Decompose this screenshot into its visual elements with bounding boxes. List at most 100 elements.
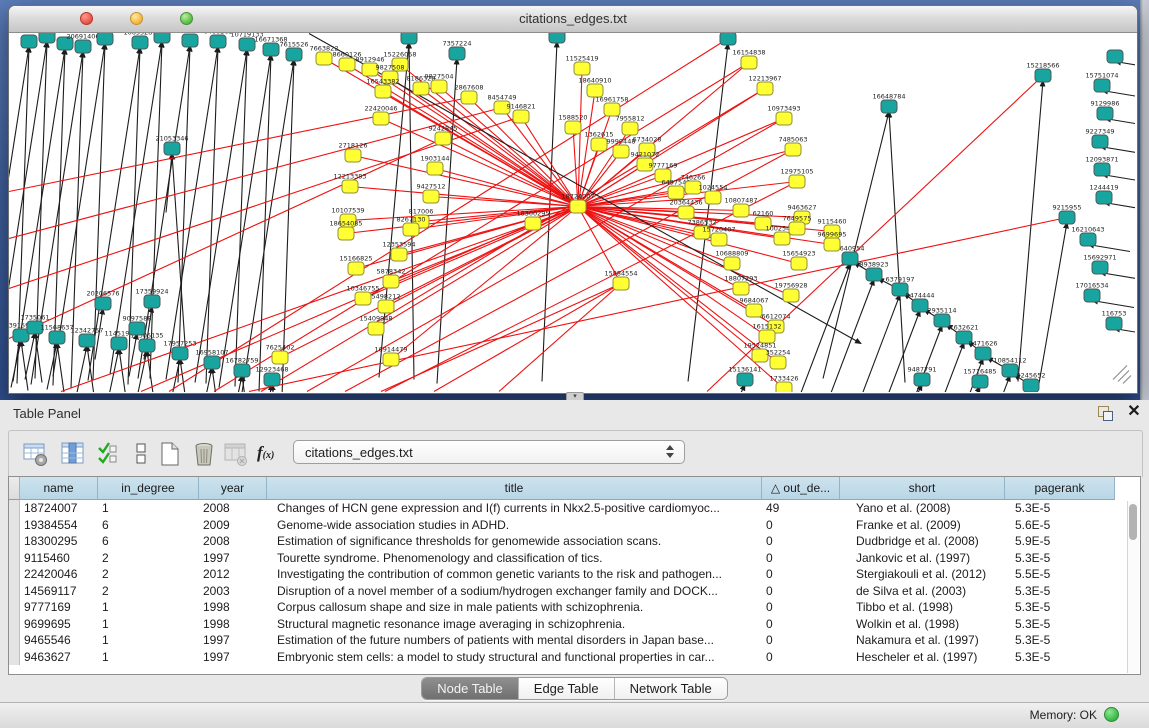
table-cell[interactable]: Disruption of a novel member of a sodium… (267, 583, 762, 600)
graph-node[interactable] (132, 36, 148, 49)
vertical-scrollbar[interactable] (1127, 501, 1139, 673)
table-cell[interactable]: Hescheler et al. (1997) (840, 649, 1005, 666)
graph-node[interactable] (591, 138, 607, 151)
graph-node[interactable] (391, 248, 407, 261)
resize-handle-icon[interactable] (1113, 366, 1131, 384)
table-cell[interactable]: 5.6E-5 (1005, 517, 1115, 534)
graph-node[interactable] (789, 222, 805, 235)
edge[interactable] (202, 368, 212, 393)
table-cell[interactable]: Dudbridge et al. (2008) (840, 533, 1005, 550)
graph-node[interactable] (401, 33, 417, 44)
table-cell[interactable]: Franke et al. (2009) (840, 517, 1005, 534)
new-document-icon[interactable] (157, 441, 183, 467)
graph-node[interactable] (1059, 211, 1075, 224)
tab-network-table[interactable]: Network Table (615, 678, 727, 699)
graph-node[interactable] (574, 62, 590, 75)
table-cell[interactable]: 19384554 (20, 517, 98, 534)
table-row[interactable]: 977716911998Corpus callosum shape and si… (9, 599, 1140, 616)
graph-node[interactable] (866, 268, 882, 281)
edge[interactable] (129, 334, 137, 377)
graph-node[interactable] (461, 91, 477, 104)
table-cell[interactable]: 5.3E-5 (1005, 616, 1115, 633)
graph-node[interactable] (39, 33, 55, 43)
edge[interactable] (845, 295, 900, 393)
table-cell[interactable]: Jankovic et al. (1997) (840, 550, 1005, 567)
graph-node[interactable] (776, 112, 792, 125)
graph-node[interactable] (413, 82, 429, 95)
table-cell[interactable]: 0 (762, 550, 840, 567)
table-cell[interactable]: 5.3E-5 (1005, 599, 1115, 616)
table-cell[interactable]: 0 (762, 599, 840, 616)
graph-node[interactable] (724, 257, 740, 270)
table-cell[interactable]: 1 (98, 649, 199, 666)
edge[interactable] (61, 224, 533, 392)
table-cell[interactable]: 2012 (199, 566, 267, 583)
network-window[interactable]: citations_edges.txt 24055722069140610655… (8, 5, 1138, 394)
graph-node[interactable] (824, 238, 840, 251)
edge[interactable] (21, 341, 28, 391)
edge[interactable] (57, 343, 64, 393)
table-cell[interactable]: 1997 (199, 632, 267, 649)
table-cell[interactable]: 0 (762, 583, 840, 600)
graph-node[interactable] (565, 121, 581, 134)
graph-node[interactable] (373, 112, 389, 125)
graph-node[interactable] (513, 110, 529, 123)
row-gutter-cell[interactable] (9, 500, 20, 517)
table-cell[interactable]: 1 (98, 599, 199, 616)
graph-node[interactable] (720, 33, 736, 45)
table-cell[interactable]: 2003 (199, 583, 267, 600)
graph-node[interactable] (263, 43, 279, 56)
table-cell[interactable]: Estimation of the future numbers of pati… (267, 632, 762, 649)
graph-node[interactable] (705, 191, 721, 204)
table-cell[interactable]: 2 (98, 550, 199, 567)
table-cell[interactable]: 6 (98, 517, 199, 534)
edge[interactable] (166, 154, 172, 213)
edge[interactable] (195, 50, 247, 383)
graph-node[interactable] (770, 356, 786, 369)
graph-node[interactable] (1035, 69, 1051, 82)
table-cell[interactable]: Yano et al. (2008) (840, 500, 1005, 517)
table-cell[interactable]: 5.3E-5 (1005, 500, 1115, 517)
row-gutter-cell[interactable] (9, 632, 20, 649)
graph-node[interactable] (622, 122, 638, 135)
table-cell[interactable]: 5.9E-5 (1005, 533, 1115, 550)
table-row[interactable]: 1938455462009Genome-wide association stu… (9, 517, 1140, 534)
graph-node[interactable] (204, 356, 220, 369)
graph-node[interactable] (733, 282, 749, 295)
table-chooser-combo[interactable]: citations_edges.txt (293, 440, 685, 464)
column-header-short[interactable]: short (840, 477, 1005, 500)
graph-node[interactable] (375, 85, 391, 98)
function-builder-icon[interactable]: f(x) (257, 443, 274, 463)
table-row[interactable]: 2242004622012Investigating the contribut… (9, 566, 1140, 583)
graph-node[interactable] (785, 143, 801, 156)
graph-node[interactable] (75, 40, 91, 53)
table-cell[interactable]: 9465546 (20, 632, 98, 649)
edge[interactable] (282, 60, 294, 393)
table-cell[interactable]: 9777169 (20, 599, 98, 616)
graph-node[interactable] (435, 132, 451, 145)
graph-node[interactable] (1023, 379, 1039, 392)
row-gutter-cell[interactable] (9, 616, 20, 633)
graph-node[interactable] (934, 314, 950, 327)
graph-node[interactable] (264, 373, 280, 386)
network-canvas[interactable]: 2405572206914061065528715276026466161107… (9, 33, 1135, 392)
row-gutter-cell[interactable] (9, 533, 20, 550)
graph-node[interactable] (172, 347, 188, 360)
column-header-name[interactable]: name (20, 477, 98, 500)
table-cell[interactable]: 2 (98, 583, 199, 600)
table-cell[interactable]: 2008 (199, 533, 267, 550)
graph-node[interactable] (431, 80, 447, 93)
edge[interactable] (242, 376, 249, 393)
graph-node[interactable] (97, 33, 113, 45)
table-cell[interactable]: 2009 (199, 517, 267, 534)
table-cell[interactable]: de Silva et al. (2003) (840, 583, 1005, 600)
graph-node[interactable] (733, 204, 749, 217)
graph-node[interactable] (774, 232, 790, 245)
graph-node[interactable] (975, 347, 991, 360)
table-row[interactable]: 1830029562008Estimation of significance … (9, 533, 1140, 550)
edge[interactable] (865, 311, 920, 393)
graph-node[interactable] (139, 339, 155, 352)
table-cell[interactable]: 0 (762, 616, 840, 633)
tab-edge-table[interactable]: Edge Table (519, 678, 615, 699)
graph-node[interactable] (776, 382, 792, 392)
